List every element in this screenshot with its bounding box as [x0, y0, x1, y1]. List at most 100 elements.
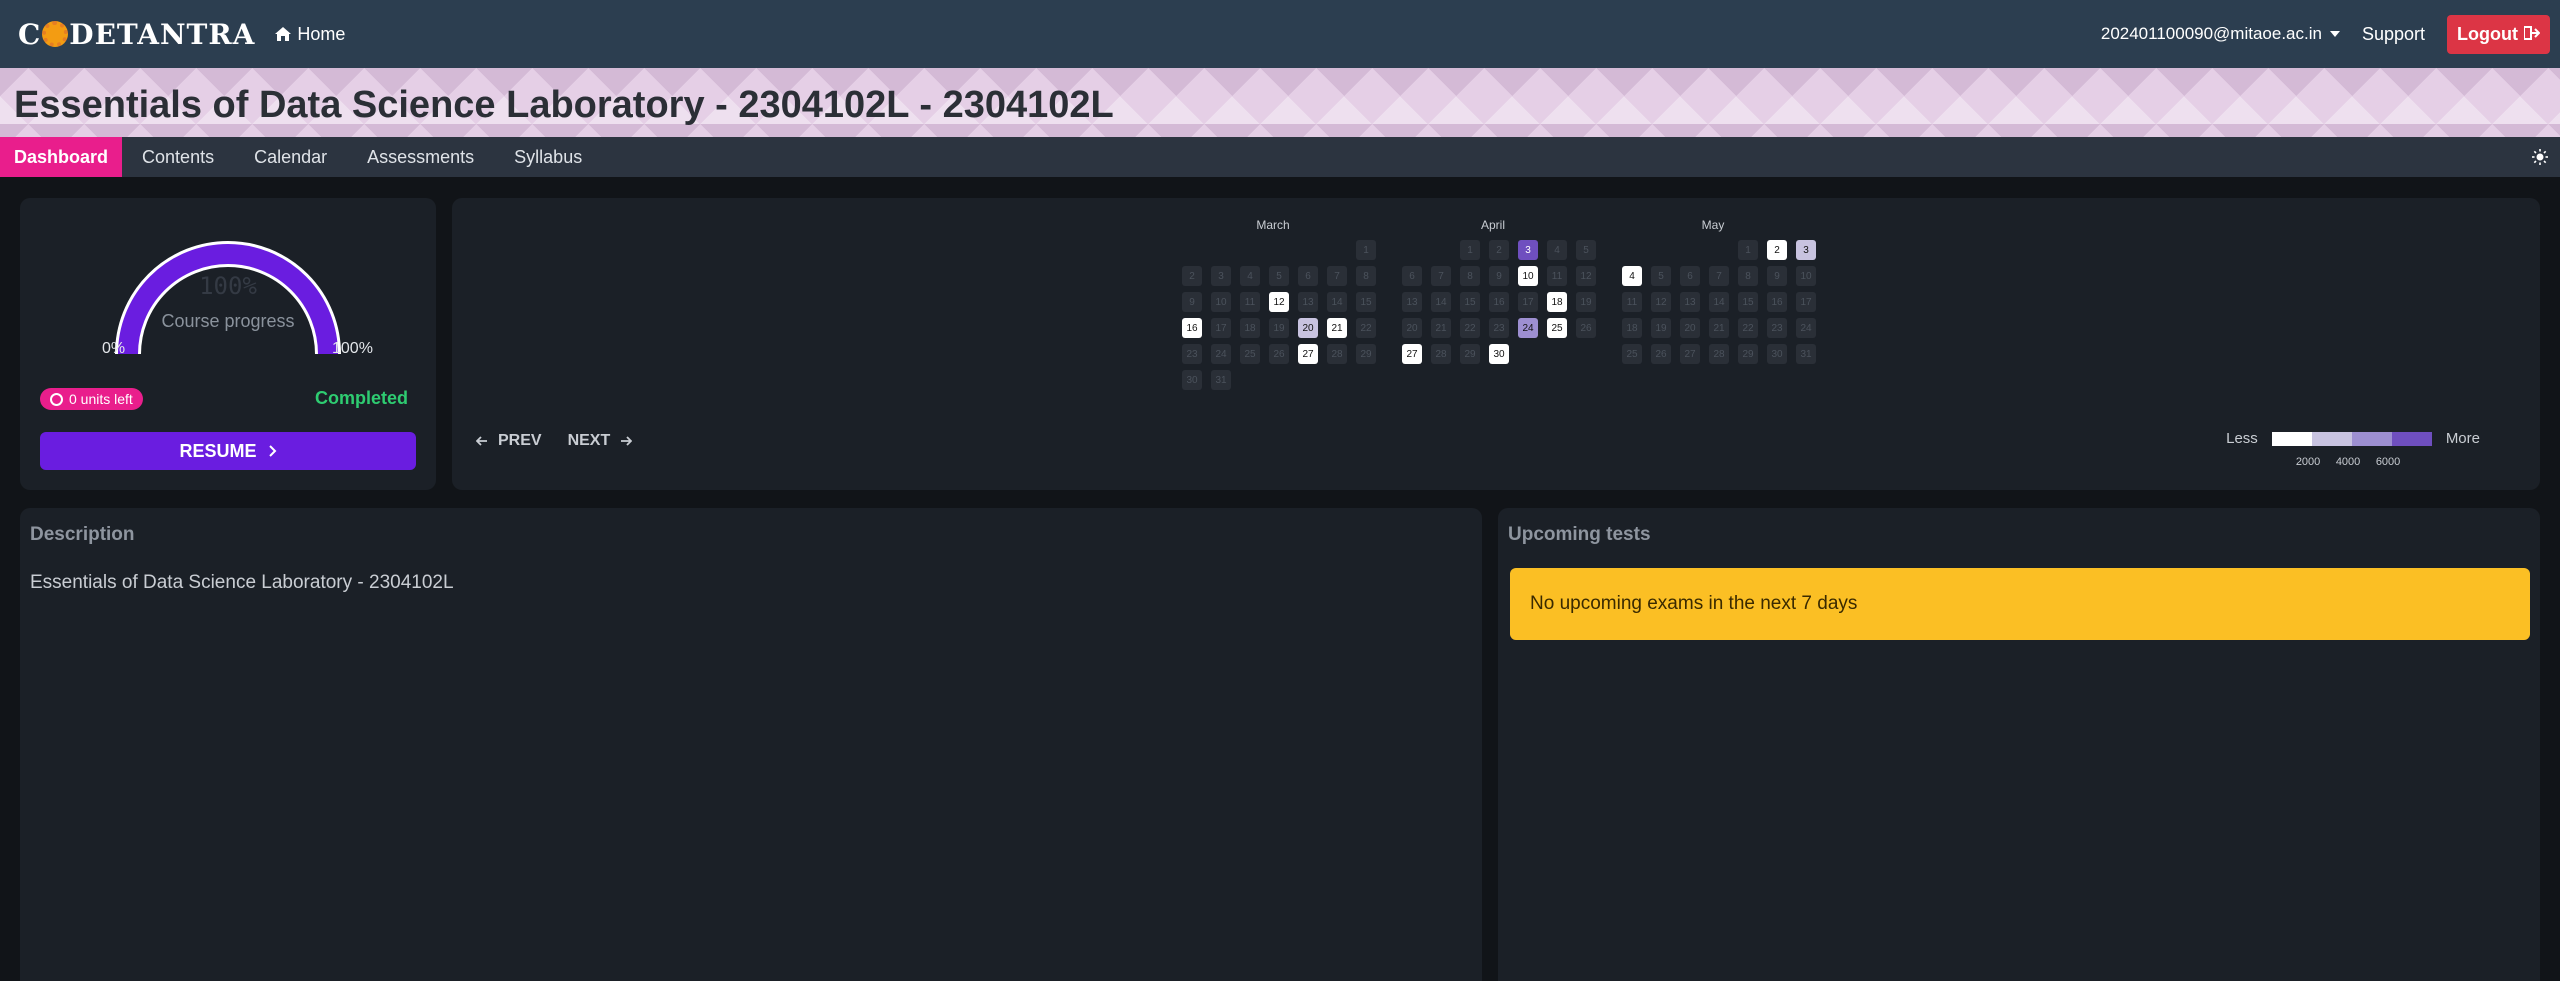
tab-calendar[interactable]: Calendar	[234, 137, 347, 177]
calendar-day[interactable]: 4	[1622, 266, 1642, 286]
calendar-day[interactable]: 21	[1709, 318, 1729, 338]
calendar-day[interactable]: 14	[1709, 292, 1729, 312]
calendar-day[interactable]: 14	[1431, 292, 1451, 312]
calendar-day[interactable]: 2	[1489, 240, 1509, 260]
calendar-day[interactable]: 27	[1680, 344, 1700, 364]
next-button[interactable]: NEXT	[568, 432, 633, 450]
codetantra-logo[interactable]: C DETANTRA	[18, 18, 255, 51]
calendar-day[interactable]: 24	[1211, 344, 1231, 364]
calendar-day[interactable]: 6	[1680, 266, 1700, 286]
calendar-day[interactable]: 20	[1298, 318, 1318, 338]
calendar-day[interactable]: 10	[1796, 266, 1816, 286]
calendar-day[interactable]: 7	[1431, 266, 1451, 286]
calendar-day[interactable]: 31	[1796, 344, 1816, 364]
calendar-day[interactable]: 31	[1211, 370, 1231, 390]
calendar-day[interactable]: 26	[1269, 344, 1289, 364]
calendar-day[interactable]: 10	[1211, 292, 1231, 312]
calendar-day[interactable]: 5	[1269, 266, 1289, 286]
calendar-day[interactable]: 1	[1356, 240, 1376, 260]
calendar-day[interactable]: 5	[1651, 266, 1671, 286]
calendar-day[interactable]: 4	[1240, 266, 1260, 286]
calendar-day[interactable]: 16	[1767, 292, 1787, 312]
theme-toggle-sun-icon[interactable]	[2532, 137, 2548, 177]
calendar-day[interactable]: 11	[1547, 266, 1567, 286]
calendar-day[interactable]: 1	[1738, 240, 1758, 260]
calendar-day[interactable]: 15	[1738, 292, 1758, 312]
calendar-day[interactable]: 25	[1547, 318, 1567, 338]
calendar-day[interactable]: 28	[1431, 344, 1451, 364]
calendar-day[interactable]: 8	[1738, 266, 1758, 286]
calendar-day[interactable]: 20	[1680, 318, 1700, 338]
tab-dashboard[interactable]: Dashboard	[0, 137, 123, 177]
calendar-day[interactable]: 2	[1767, 240, 1787, 260]
calendar-day[interactable]: 5	[1576, 240, 1596, 260]
calendar-day[interactable]: 23	[1767, 318, 1787, 338]
calendar-day[interactable]: 11	[1622, 292, 1642, 312]
calendar-day[interactable]: 26	[1651, 344, 1671, 364]
calendar-day[interactable]: 2	[1182, 266, 1202, 286]
tab-assessments[interactable]: Assessments	[347, 137, 494, 177]
calendar-day[interactable]: 26	[1576, 318, 1596, 338]
calendar-day[interactable]: 20	[1402, 318, 1422, 338]
calendar-day[interactable]: 19	[1576, 292, 1596, 312]
calendar-day[interactable]: 10	[1518, 266, 1538, 286]
calendar-day[interactable]: 23	[1182, 344, 1202, 364]
logout-button[interactable]: Logout	[2447, 14, 2550, 54]
calendar-day[interactable]: 12	[1651, 292, 1671, 312]
calendar-day[interactable]: 17	[1518, 292, 1538, 312]
calendar-day[interactable]: 28	[1327, 344, 1347, 364]
calendar-day[interactable]: 9	[1767, 266, 1787, 286]
calendar-day[interactable]: 13	[1298, 292, 1318, 312]
calendar-day[interactable]: 25	[1622, 344, 1642, 364]
calendar-day[interactable]: 21	[1327, 318, 1347, 338]
calendar-day[interactable]: 19	[1269, 318, 1289, 338]
calendar-day[interactable]: 16	[1182, 318, 1202, 338]
calendar-day[interactable]: 3	[1796, 240, 1816, 260]
calendar-day[interactable]: 25	[1240, 344, 1260, 364]
calendar-day[interactable]: 22	[1460, 318, 1480, 338]
calendar-day[interactable]: 4	[1547, 240, 1567, 260]
calendar-day[interactable]: 28	[1709, 344, 1729, 364]
tab-syllabus[interactable]: Syllabus	[494, 137, 602, 177]
calendar-day[interactable]: 18	[1622, 318, 1642, 338]
calendar-day[interactable]: 12	[1269, 292, 1289, 312]
calendar-day[interactable]: 12	[1576, 266, 1596, 286]
prev-button[interactable]: PREV	[476, 432, 542, 450]
calendar-day[interactable]: 24	[1518, 318, 1538, 338]
calendar-day[interactable]: 30	[1182, 370, 1202, 390]
calendar-day[interactable]: 21	[1431, 318, 1451, 338]
calendar-day[interactable]: 18	[1240, 318, 1260, 338]
support-link[interactable]: Support	[2362, 24, 2425, 45]
calendar-day[interactable]: 19	[1651, 318, 1671, 338]
home-link[interactable]: Home	[275, 24, 345, 45]
calendar-day[interactable]: 29	[1460, 344, 1480, 364]
calendar-day[interactable]: 9	[1182, 292, 1202, 312]
calendar-day[interactable]: 22	[1738, 318, 1758, 338]
calendar-day[interactable]: 22	[1356, 318, 1376, 338]
resume-button[interactable]: RESUME	[40, 432, 416, 470]
calendar-day[interactable]: 17	[1796, 292, 1816, 312]
calendar-day[interactable]: 24	[1796, 318, 1816, 338]
calendar-day[interactable]: 3	[1518, 240, 1538, 260]
calendar-day[interactable]: 6	[1298, 266, 1318, 286]
calendar-day[interactable]: 8	[1356, 266, 1376, 286]
calendar-day[interactable]: 9	[1489, 266, 1509, 286]
calendar-day[interactable]: 23	[1489, 318, 1509, 338]
calendar-day[interactable]: 27	[1402, 344, 1422, 364]
calendar-day[interactable]: 29	[1356, 344, 1376, 364]
calendar-day[interactable]: 7	[1327, 266, 1347, 286]
calendar-day[interactable]: 30	[1767, 344, 1787, 364]
calendar-day[interactable]: 1	[1460, 240, 1480, 260]
calendar-day[interactable]: 18	[1547, 292, 1567, 312]
calendar-day[interactable]: 3	[1211, 266, 1231, 286]
calendar-day[interactable]: 29	[1738, 344, 1758, 364]
calendar-day[interactable]: 11	[1240, 292, 1260, 312]
calendar-day[interactable]: 8	[1460, 266, 1480, 286]
calendar-day[interactable]: 13	[1680, 292, 1700, 312]
tab-contents[interactable]: Contents	[122, 137, 234, 177]
calendar-day[interactable]: 30	[1489, 344, 1509, 364]
calendar-day[interactable]: 13	[1402, 292, 1422, 312]
calendar-day[interactable]: 6	[1402, 266, 1422, 286]
calendar-day[interactable]: 16	[1489, 292, 1509, 312]
calendar-day[interactable]: 27	[1298, 344, 1318, 364]
